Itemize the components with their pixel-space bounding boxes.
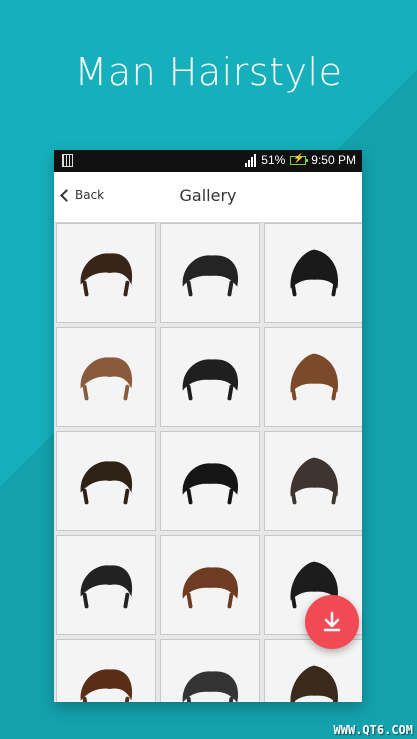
hairstyle-icon [182,463,239,505]
status-bar: 51% 9:50 PM [54,150,362,172]
hairstyle-icon [182,359,239,401]
gallery-item[interactable] [160,327,260,427]
gallery-item[interactable] [264,639,362,702]
gallery-item[interactable] [160,535,260,635]
hairstyle-icon [290,353,339,401]
hairstyle-icon [80,565,133,609]
gallery-item[interactable] [56,431,156,531]
hairstyle-icon [80,253,133,297]
hairstyle-icon [290,457,339,505]
gallery-item[interactable] [56,535,156,635]
hairstyle-icon [290,249,339,297]
watermark: WWW.QT6.COM [333,723,413,737]
gallery-item[interactable] [264,223,362,323]
app-bar: Back Gallery [54,172,362,223]
download-button[interactable] [305,595,359,649]
hairstyle-icon [80,461,133,505]
hairstyle-icon [290,665,339,702]
hairstyle-icon [182,671,239,702]
gallery-item[interactable] [56,639,156,702]
signal-icon [245,153,257,167]
gallery-item[interactable] [264,431,362,531]
hairstyle-icon [80,357,133,401]
headline: Man Hairstyle [74,50,343,94]
hairstyle-icon [182,255,239,297]
battery-charging-icon [290,153,309,165]
sim-icon [62,154,73,167]
page-title: Gallery [179,186,237,205]
gallery-item[interactable] [56,223,156,323]
download-icon [323,611,341,632]
gallery-item[interactable] [264,327,362,427]
battery-percent: 51% [261,153,286,167]
gallery-item[interactable] [160,431,260,531]
status-right: 51% 9:50 PM [245,153,356,167]
status-time: 9:50 PM [311,153,356,167]
gallery-item[interactable] [160,223,260,323]
hairstyle-icon [182,567,239,609]
gallery-item[interactable] [56,327,156,427]
hairstyle-icon [80,669,133,702]
gallery-item[interactable] [160,639,260,702]
